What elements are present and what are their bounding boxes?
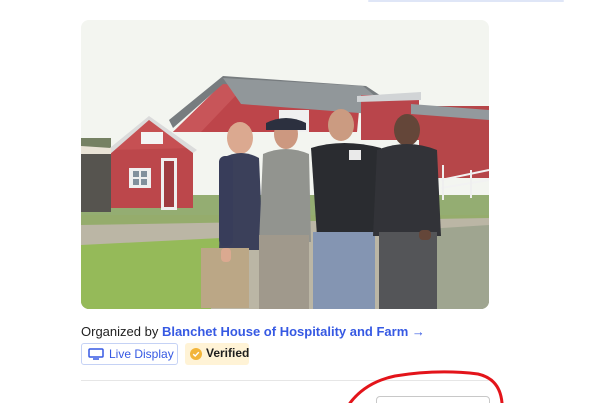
page: Organized by Blanchet House of Hospitali… [0, 0, 600, 403]
verified-badge: Verified [185, 343, 249, 365]
live-display-badge[interactable]: Live Display [81, 343, 178, 365]
check-circle-icon [190, 348, 202, 360]
organizer-line: Organized by Blanchet House of Hospitali… [81, 323, 425, 341]
organizer-prefix: Organized by [81, 324, 159, 339]
organizer-link[interactable]: Blanchet House of Hospitality and Farm → [162, 324, 425, 339]
monitor-icon [88, 348, 104, 360]
arrow-right-icon: → [411, 324, 425, 339]
verified-label: Verified [206, 346, 250, 360]
divider [81, 380, 489, 381]
live-display-label: Live Display [109, 347, 174, 361]
top-strip [368, 0, 564, 2]
bottom-action-button[interactable] [376, 396, 490, 403]
event-photo [81, 20, 489, 309]
organizer-name: Blanchet House of Hospitality and Farm [161, 324, 409, 339]
